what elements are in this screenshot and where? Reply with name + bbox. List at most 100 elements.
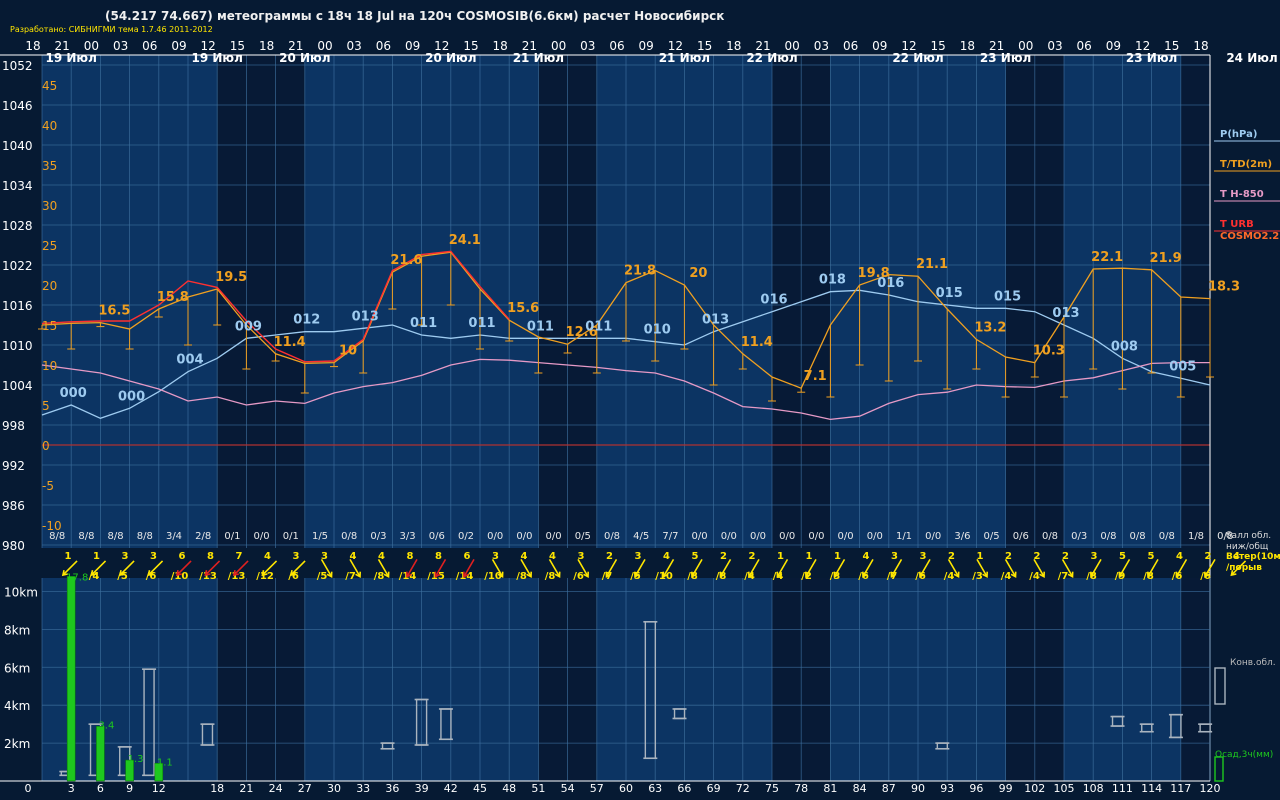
pressure-tick-label: 980 — [2, 539, 25, 553]
pressure-tick-label: 1022 — [2, 259, 33, 273]
pressure-tick-label: 986 — [2, 499, 25, 513]
hour-tick-label: 09 — [405, 39, 420, 53]
cloud-cover-value: 1/1 — [896, 531, 912, 542]
bottom-hour-label: 105 — [1054, 782, 1075, 795]
hour-tick-label: 06 — [609, 39, 624, 53]
temperature-value-label: 18.3 — [1208, 280, 1240, 295]
wind-speed-value: 1 — [65, 551, 72, 562]
pressure-value-label: 013 — [352, 309, 379, 324]
wind-speed-value: 5 — [1148, 551, 1155, 562]
hour-tick-label: 09 — [171, 39, 186, 53]
bottom-hour-label: 102 — [1024, 782, 1045, 795]
temperature-tick-label: -10 — [42, 519, 62, 533]
pressure-value-label: 016 — [877, 276, 904, 291]
pressure-value-label: 008 — [1111, 339, 1138, 354]
hour-tick-label: 18 — [259, 39, 274, 53]
height-tick-label: 2km — [4, 737, 30, 751]
wind-gust-value: /10 — [484, 571, 502, 582]
wind-label-1: Ветер(10м — [1226, 552, 1280, 562]
wind-gust-value: /8 — [374, 571, 385, 582]
wind-speed-value: 4 — [663, 551, 670, 562]
wind-speed-value: 3 — [150, 551, 157, 562]
bottom-hour-label: 18 — [210, 782, 224, 795]
date-label: 21 Июл — [513, 51, 564, 65]
bottom-hour-label: 6 — [97, 782, 104, 795]
bottom-hour-label: 54 — [561, 782, 575, 795]
cloud-cover-value: 0/8 — [1159, 531, 1175, 542]
hour-tick-label: 03 — [1047, 39, 1062, 53]
cloud-cover-value: 0/6 — [1013, 531, 1029, 542]
wind-speed-value: 5 — [692, 551, 699, 562]
temperature-tick-label: 20 — [42, 279, 57, 293]
cloud-cover-value: 0/0 — [750, 531, 766, 542]
cloud-cover-value: 0/1 — [283, 531, 299, 542]
date-label: 22 Июл — [892, 51, 943, 65]
cloud-cover-value: 0/3 — [1071, 531, 1087, 542]
temperature-value-label: 21.1 — [916, 257, 948, 272]
date-label: 21 Июл — [659, 51, 710, 65]
cloud-cover-value: 2/8 — [195, 531, 211, 542]
pressure-value-label: 009 — [235, 319, 262, 334]
bottom-hour-label: 45 — [473, 782, 487, 795]
wind-gust-value: /5 — [317, 571, 328, 582]
chart-title: (54.217 74.667) метеограммы с 18ч 18 Jul… — [105, 9, 724, 23]
convective-cloud-legend-icon — [1214, 667, 1226, 705]
pressure-tick-label: 1034 — [2, 179, 33, 193]
temperature-tick-label: -5 — [42, 479, 54, 493]
hour-tick-label: 06 — [376, 39, 391, 53]
temperature-value-label: 22.1 — [1091, 250, 1123, 265]
wind-speed-value: 3 — [920, 551, 927, 562]
temperature-tick-label: 40 — [42, 119, 57, 133]
wind-speed-value: 7 — [236, 551, 243, 562]
bottom-hour-label: 0 — [25, 782, 32, 795]
bottom-hour-label: 96 — [969, 782, 983, 795]
bottom-hour-label: 99 — [999, 782, 1013, 795]
bottom-hour-label: 93 — [940, 782, 954, 795]
cloud-cover-value: 3/3 — [400, 531, 416, 542]
bottom-hour-label: 36 — [385, 782, 399, 795]
legend-entry: T/TD(2m) — [1220, 159, 1272, 170]
precip-value-label: 1.3 — [128, 754, 144, 765]
pressure-tick-label: 1016 — [2, 299, 33, 313]
pressure-value-label: 005 — [1169, 359, 1196, 374]
legend-entry: T H-850 — [1220, 189, 1264, 200]
pressure-value-label: 018 — [819, 273, 846, 288]
temperature-value-label: 15.8 — [157, 290, 189, 305]
pressure-value-label: 013 — [702, 313, 729, 328]
cloud-cover-value: 0/8 — [1042, 531, 1058, 542]
bottom-hour-label: 120 — [1200, 782, 1221, 795]
pressure-tick-label: 992 — [2, 459, 25, 473]
cloud-cover-value: 0/8 — [1130, 531, 1146, 542]
bottom-hour-label: 42 — [444, 782, 458, 795]
wind-speed-value: 4 — [863, 551, 870, 562]
temperature-tick-label: 10 — [42, 359, 57, 373]
wind-speed-value: 3 — [1091, 551, 1098, 562]
meteogram-chart: 16.515.819.511.41021.624.115.612.621.8 20… — [0, 9, 1280, 795]
bottom-hour-label: 27 — [298, 782, 312, 795]
wind-gust-value: /6 — [573, 571, 584, 582]
wind-gust-value: /4 — [944, 571, 955, 582]
pressure-tick-label: 1040 — [2, 139, 33, 153]
wind-label-2: /порыв — [1226, 563, 1262, 573]
bottom-hour-label: 51 — [531, 782, 545, 795]
precip-value-label: 1.1 — [157, 757, 173, 768]
bottom-hour-label: 3 — [68, 782, 75, 795]
bottom-hour-label: 39 — [415, 782, 429, 795]
hour-tick-label: 09 — [872, 39, 887, 53]
date-label: 24 Июл — [1226, 51, 1277, 65]
cloud-cover-value: 3/4 — [166, 531, 182, 542]
pressure-value-label: 011 — [410, 316, 437, 331]
bottom-hour-label: 78 — [794, 782, 808, 795]
temperature-value-label: 7.1 — [804, 369, 827, 384]
temperature-value-label: 24.1 — [449, 233, 481, 248]
date-label: 19 Июл — [46, 51, 97, 65]
pressure-value-label: 004 — [176, 353, 203, 368]
temperature-tick-label: 45 — [42, 79, 57, 93]
pressure-value-label: 015 — [994, 289, 1021, 304]
bottom-hour-label: 30 — [327, 782, 341, 795]
cloud-cover-value: 0/8 — [341, 531, 357, 542]
temperature-value-label: 21.6 — [390, 253, 422, 268]
pressure-value-label: 012 — [293, 313, 320, 328]
bottom-hour-label: 90 — [911, 782, 925, 795]
cloud-cover-value: 0/5 — [984, 531, 1000, 542]
